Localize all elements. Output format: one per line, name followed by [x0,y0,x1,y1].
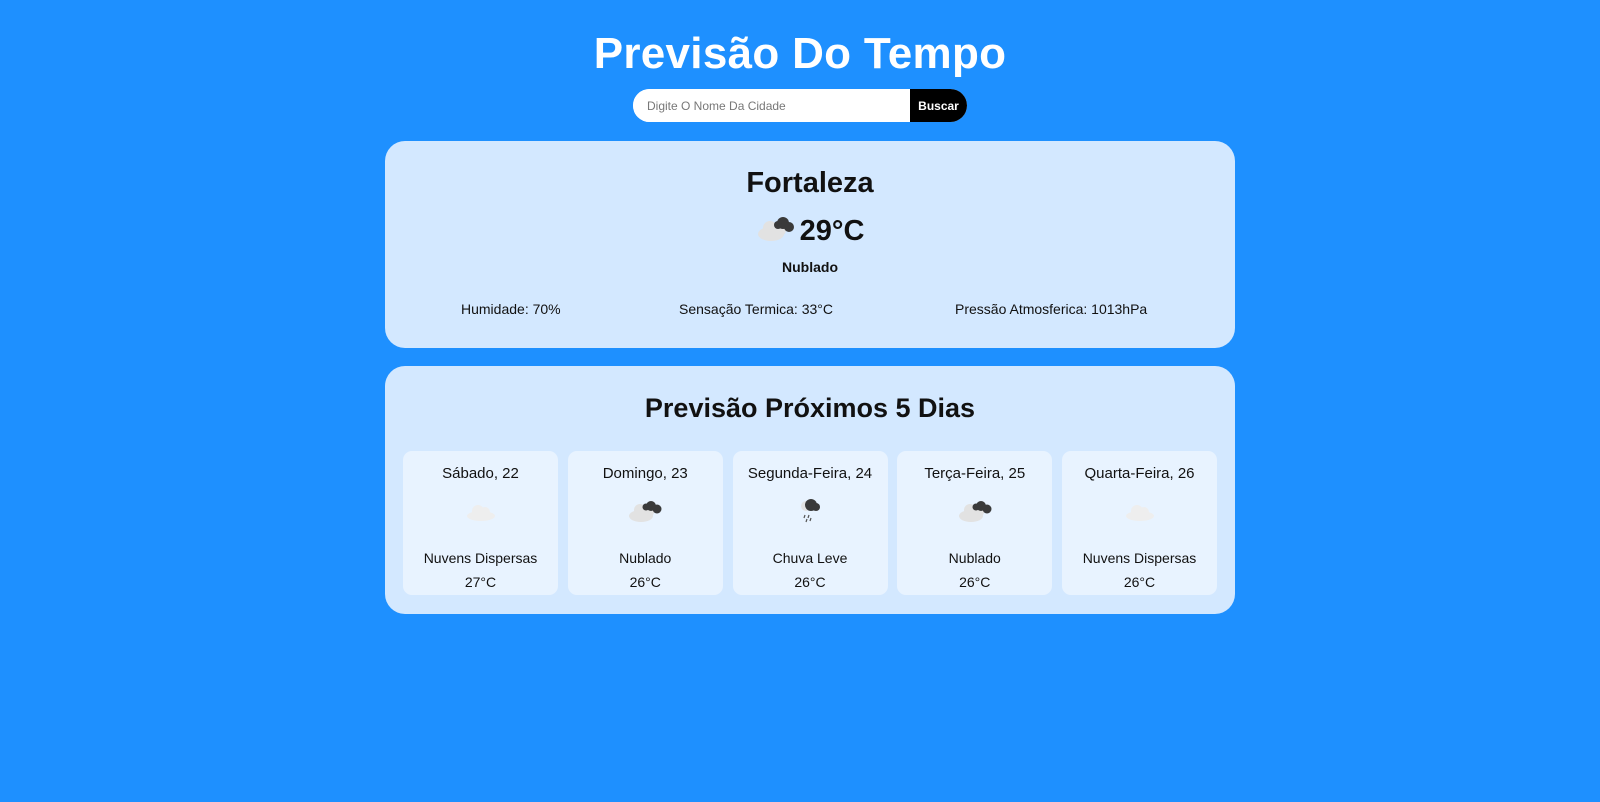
forecast-day: Segunda-Feira, 24 Chuva Leve 26°C [732,451,888,595]
scattered-clouds-icon [403,488,558,534]
day-temperature: 26°C [794,574,826,590]
day-name: Domingo, 23 [602,465,688,482]
weather-app: Previsão Do Tempo Buscar Fortaleza 29°C … [0,0,1600,802]
day-description: Nuvens Dispersas [1082,550,1197,566]
humidity-value: Humidade: 70% [461,301,561,317]
city-name: Fortaleza [746,167,874,199]
feels-like-value: Sensação Termica: 33°C [679,301,833,317]
forecast-title: Previsão Próximos 5 Dias [644,393,976,423]
page-title: Previsão Do Tempo [593,29,1007,78]
light-rain-icon [733,488,888,534]
day-name: Quarta-Feira, 26 [1084,465,1195,482]
day-description: Nuvens Dispersas [423,550,538,566]
cloud-dark-icon [568,488,723,534]
cloud-dark-icon [897,488,1052,534]
forecast-day: Domingo, 23 Nublado 26°C [567,451,723,595]
cloud-dark-icon [756,214,796,249]
day-temperature: 27°C [464,574,497,590]
forecast-day: Quarta-Feira, 26 Nuvens Dispersas 26°C [1062,451,1217,595]
forecast-days: Sábado, 22 Nuvens Dispersas 27°C Domingo… [403,451,1217,595]
search-button[interactable]: Buscar [910,89,967,122]
current-temperature-row: 29°C [385,211,1235,251]
forecast-day: Sábado, 22 Nuvens Dispersas 27°C [403,451,558,595]
day-name: Segunda-Feira, 24 [747,465,873,482]
day-name: Sábado, 22 [442,465,519,482]
forecast-day: Terça-Feira, 25 Nublado 26°C [897,451,1053,595]
day-description: Chuva Leve [772,550,848,566]
day-description: Nublado [619,550,672,566]
day-temperature: 26°C [629,574,661,590]
current-condition: Nublado [782,259,838,275]
current-temperature: 29°C [799,214,865,247]
day-temperature: 26°C [959,574,991,590]
scattered-clouds-icon [1062,488,1217,534]
forecast-card: Previsão Próximos 5 Dias Sábado, 22 Nuve… [385,366,1235,614]
current-weather-card: Fortaleza 29°C Nublado Humidade: 70% Sen… [385,141,1235,348]
city-search-input[interactable] [633,89,910,122]
weather-details: Humidade: 70% Sensação Termica: 33°C Pre… [385,301,1235,321]
day-name: Terça-Feira, 25 [924,465,1026,482]
pressure-value: Pressão Atmosferica: 1013hPa [955,301,1148,317]
day-temperature: 26°C [1123,574,1156,590]
search-bar: Buscar [633,89,967,122]
day-description: Nublado [948,550,1001,566]
